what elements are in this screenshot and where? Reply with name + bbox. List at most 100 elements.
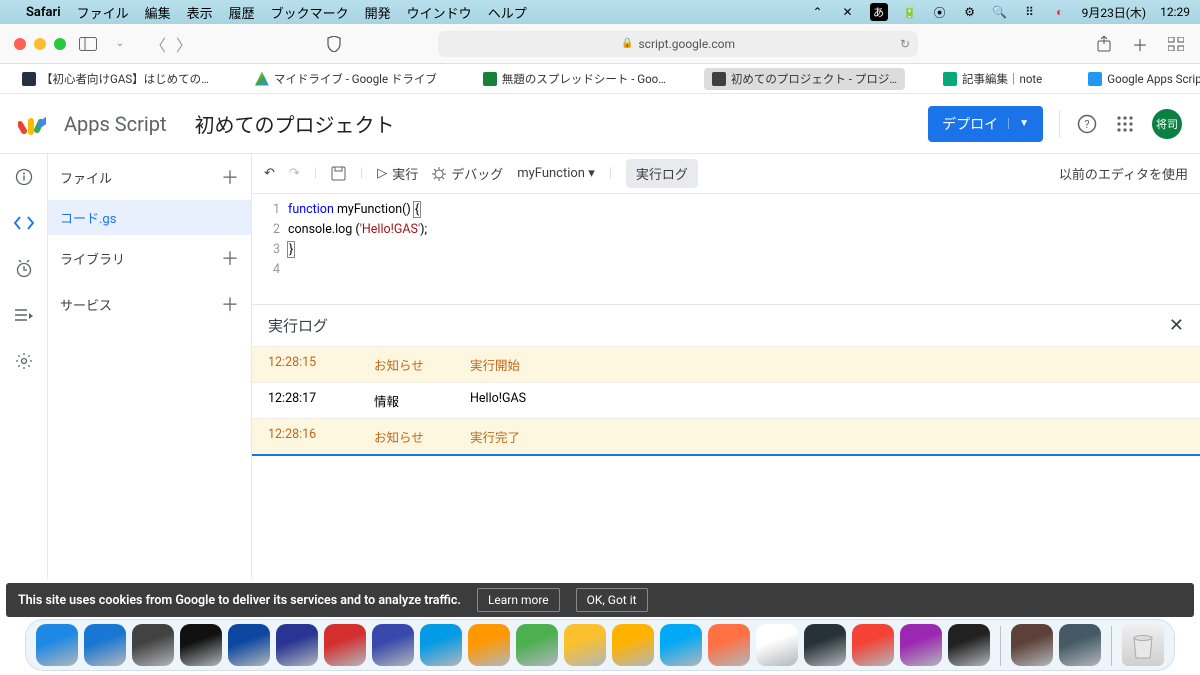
- executions-icon[interactable]: [13, 304, 35, 326]
- learn-more-button[interactable]: Learn more: [477, 588, 560, 612]
- code-editor[interactable]: 1234 function myFunction() { console.log…: [252, 194, 1200, 304]
- dock-app-icon[interactable]: [660, 624, 702, 666]
- favorite-icon: [943, 72, 957, 86]
- dock-app-icon[interactable]: [84, 624, 126, 666]
- debug-button[interactable]: デバッグ: [432, 164, 503, 183]
- add-library-button[interactable]: ＋: [221, 245, 239, 271]
- close-icon[interactable]: ✕: [1169, 315, 1184, 336]
- dock-app-icon[interactable]: [804, 624, 846, 666]
- fullscreen-window-button[interactable]: [54, 38, 66, 50]
- run-button[interactable]: ▷ 実行: [377, 164, 418, 183]
- avatar[interactable]: 将司: [1152, 109, 1182, 139]
- dock-app-icon[interactable]: [324, 624, 366, 666]
- favorite-item[interactable]: マイドライブ - Google ドライブ: [247, 68, 445, 90]
- favorite-icon: [1088, 72, 1102, 86]
- dock-app-icon[interactable]: [36, 624, 78, 666]
- dock-app-icon[interactable]: [180, 624, 222, 666]
- apps-script-logo-icon[interactable]: [18, 110, 46, 138]
- dock-app-icon[interactable]: [468, 624, 510, 666]
- dock-app-icon[interactable]: [228, 624, 270, 666]
- dock-app-icon[interactable]: [372, 624, 414, 666]
- menu-file[interactable]: ファイル: [77, 3, 129, 22]
- menu-history[interactable]: 履歴: [229, 3, 255, 22]
- hide-icon[interactable]: ⌃: [810, 4, 826, 20]
- execution-log-button[interactable]: 実行ログ: [626, 159, 698, 188]
- close-window-button[interactable]: [14, 38, 26, 50]
- dock-app-icon[interactable]: [516, 624, 558, 666]
- app-brand: Apps Script: [64, 112, 167, 136]
- sidebar-dropdown-icon[interactable]: ⌄: [110, 34, 130, 54]
- menu-window[interactable]: ウインドウ: [407, 3, 472, 22]
- dock-app-icon[interactable]: [276, 624, 318, 666]
- reload-icon[interactable]: ↻: [900, 37, 910, 51]
- tab-overview-icon[interactable]: [1166, 34, 1186, 54]
- menubar-date[interactable]: 9月23日(木): [1082, 4, 1147, 21]
- log-cell: 12:28:17: [268, 391, 338, 410]
- dock-app-icon[interactable]: [900, 624, 942, 666]
- dock-app-icon[interactable]: [564, 624, 606, 666]
- wifi-icon[interactable]: ⦿: [932, 4, 948, 20]
- control-center-icon[interactable]: ⠿: [1022, 4, 1038, 20]
- apps-grid-icon[interactable]: [1114, 113, 1136, 135]
- share-icon[interactable]: [1094, 34, 1114, 54]
- url-bar[interactable]: 🔒 script.google.com ↻: [438, 31, 918, 57]
- dock-app-icon[interactable]: [132, 624, 174, 666]
- add-file-button[interactable]: ＋: [221, 164, 239, 190]
- dock-app-icon[interactable]: [708, 624, 750, 666]
- editor-icon[interactable]: [13, 212, 35, 234]
- dock-app-icon[interactable]: [420, 624, 462, 666]
- sidebar-file-item[interactable]: コード.gs: [48, 200, 251, 235]
- function-selector[interactable]: myFunction ▾: [517, 166, 595, 181]
- menu-edit[interactable]: 編集: [145, 3, 171, 22]
- menu-develop[interactable]: 開発: [365, 3, 391, 22]
- menu-view[interactable]: 表示: [187, 3, 213, 22]
- trash-icon[interactable]: [1122, 624, 1164, 666]
- dock-separator: [1111, 626, 1112, 666]
- app-header: Apps Script 初めてのプロジェクト デプロイ ▼ ? 将司: [0, 94, 1200, 154]
- favorite-item[interactable]: Google Apps Script入門～ス…: [1080, 68, 1200, 90]
- legacy-editor-link[interactable]: 以前のエディタを使用: [1059, 164, 1188, 183]
- input-source-icon[interactable]: あ: [870, 3, 888, 21]
- dock-app-icon[interactable]: [852, 624, 894, 666]
- battery-icon[interactable]: 🔋: [902, 4, 918, 20]
- shield-icon[interactable]: [324, 34, 344, 54]
- dock-app-icon[interactable]: [756, 624, 798, 666]
- add-service-button[interactable]: ＋: [221, 291, 239, 317]
- minimize-window-button[interactable]: [34, 38, 46, 50]
- spotlight-icon[interactable]: ⚙: [962, 4, 978, 20]
- settings-icon[interactable]: [13, 350, 35, 372]
- sidebar-toggle-icon[interactable]: [78, 34, 98, 54]
- menu-help[interactable]: ヘルプ: [488, 3, 527, 22]
- dock-app-icon[interactable]: [1059, 624, 1101, 666]
- crossed-tools-icon[interactable]: ✕: [840, 4, 856, 20]
- log-cell: お知らせ: [374, 427, 434, 446]
- url-host: script.google.com: [638, 37, 735, 51]
- dock-app-icon[interactable]: [948, 624, 990, 666]
- favorite-icon: [22, 72, 36, 86]
- favorite-item[interactable]: 無題のスプレッドシート - Goo…: [475, 68, 674, 90]
- save-button[interactable]: [331, 166, 346, 181]
- favorite-item[interactable]: 記事編集｜note: [935, 68, 1050, 90]
- menubar-time[interactable]: 12:29: [1160, 5, 1190, 19]
- deploy-button[interactable]: デプロイ ▼: [928, 106, 1043, 142]
- info-icon[interactable]: [13, 166, 35, 188]
- help-icon[interactable]: ?: [1076, 113, 1098, 135]
- dock-app-icon[interactable]: [612, 624, 654, 666]
- redo-button[interactable]: ↷: [289, 166, 300, 181]
- menu-bookmarks[interactable]: ブックマーク: [271, 3, 349, 22]
- dock-app-icon[interactable]: [1011, 624, 1053, 666]
- undo-button[interactable]: ↶: [264, 166, 275, 181]
- project-name[interactable]: 初めてのプロジェクト: [195, 109, 395, 138]
- deploy-button-label: デプロイ: [942, 114, 998, 134]
- sidebar-section-label: サービス: [60, 295, 112, 314]
- menubar-app-name[interactable]: Safari: [26, 5, 61, 20]
- back-button[interactable]: 〈: [150, 32, 166, 56]
- forward-button[interactable]: 〉: [176, 32, 192, 56]
- search-icon[interactable]: 🔍: [992, 4, 1008, 20]
- favorite-item[interactable]: 初めてのプロジェクト - プロジ…: [704, 68, 905, 90]
- cookie-ok-button[interactable]: OK, Got it: [576, 588, 648, 612]
- app-indicator-icon[interactable]: ◐: [1052, 4, 1068, 20]
- favorite-item[interactable]: 【初心者向けGAS】はじめての…: [14, 68, 217, 90]
- triggers-icon[interactable]: [13, 258, 35, 280]
- new-tab-icon[interactable]: ＋: [1130, 34, 1150, 54]
